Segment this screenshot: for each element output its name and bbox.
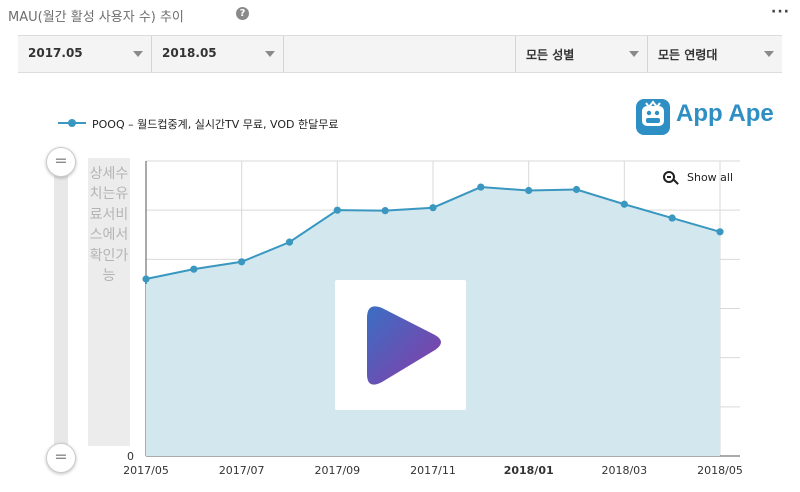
data-point xyxy=(142,275,150,283)
data-point xyxy=(285,238,294,246)
data-point xyxy=(381,207,389,215)
x-tick-label: 2018/01 xyxy=(504,464,554,477)
data-point xyxy=(572,185,581,194)
x-tick-label: 2017/05 xyxy=(123,464,169,477)
data-point xyxy=(238,258,246,266)
data-point xyxy=(620,200,628,208)
video-play-overlay[interactable] xyxy=(335,280,466,410)
show-all-label: Show all xyxy=(687,171,734,184)
y-tick-label: 0 xyxy=(127,450,134,463)
x-tick-label: 2017/07 xyxy=(219,464,265,477)
data-point xyxy=(716,228,724,236)
play-icon xyxy=(367,306,441,385)
x-tick-label: 2018/03 xyxy=(601,464,647,477)
data-point xyxy=(429,204,437,212)
data-point xyxy=(333,206,341,214)
x-tick-label: 2017/09 xyxy=(314,464,360,477)
x-tick-label: 2017/11 xyxy=(410,464,456,477)
data-point xyxy=(477,183,485,191)
data-point xyxy=(668,214,676,222)
mau-area-chart: 2017/05 2017/07 2017/09 2017/11 2018/01 2018/… xyxy=(123,160,743,477)
data-point xyxy=(190,265,198,273)
x-tick-label: 2018/05 xyxy=(697,464,743,477)
data-point xyxy=(525,186,533,195)
